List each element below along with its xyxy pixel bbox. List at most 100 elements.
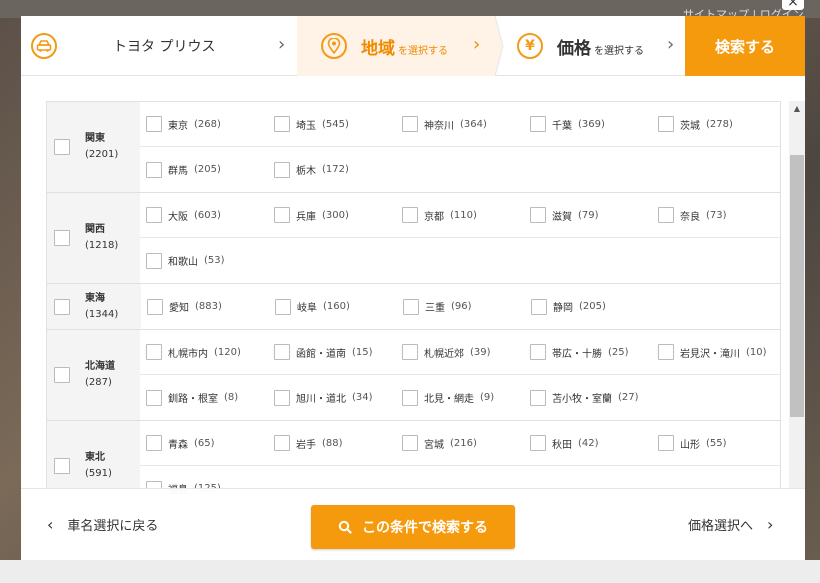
prefecture-checkbox[interactable] (402, 207, 418, 223)
close-icon[interactable]: × (782, 0, 804, 10)
back-to-car-link[interactable]: ‹ 車名選択に戻る (47, 515, 158, 534)
prefecture-option[interactable]: 大阪 (603) (140, 207, 268, 223)
prefecture-option[interactable]: 東京 (268) (140, 116, 268, 132)
prefecture-option[interactable]: 函館・道南 (15) (268, 344, 396, 360)
prefecture-option[interactable]: 栃木 (172) (268, 161, 396, 178)
prefecture-checkbox[interactable] (274, 435, 290, 451)
prefecture-checkbox[interactable] (403, 298, 419, 315)
prefecture-checkbox[interactable] (658, 435, 674, 451)
prefecture-option[interactable]: 茨城 (278) (652, 116, 780, 132)
prefecture-name: 岩手 (296, 439, 316, 451)
prefecture-checkbox[interactable] (275, 298, 291, 315)
prefecture-count: (79) (578, 209, 599, 221)
prefecture-option[interactable]: 北見・網走 (9) (396, 389, 524, 406)
scroll-up-icon[interactable]: ▲ (789, 101, 805, 117)
region-checkbox[interactable] (54, 230, 70, 246)
prefecture-checkbox[interactable] (146, 344, 162, 360)
prefecture-option[interactable]: 奈良 (73) (652, 207, 780, 223)
region-name: 関東 (85, 133, 105, 144)
prefecture-option[interactable]: 宮城 (216) (396, 435, 524, 451)
step-price[interactable]: ¥ 価格 を選択する › (495, 16, 685, 76)
prefecture-checkbox[interactable] (274, 389, 290, 406)
prefecture-checkbox[interactable] (658, 207, 674, 223)
prefecture-option[interactable]: 苫小牧・室蘭 (27) (524, 389, 652, 406)
region-checkbox[interactable] (54, 298, 70, 315)
step-price-title: 価格 (557, 38, 591, 59)
prefecture-option[interactable]: 札幌市内 (120) (140, 344, 268, 360)
region-header[interactable]: 関東 (2201) (47, 102, 140, 192)
prefecture-checkbox[interactable] (530, 389, 546, 406)
prefecture-checkbox[interactable] (658, 116, 674, 132)
prefecture-checkbox[interactable] (274, 344, 290, 360)
prefecture-option[interactable]: 釧路・根室 (8) (140, 389, 268, 406)
prefecture-option[interactable]: 岩見沢・滝川 (10) (652, 344, 780, 360)
region-row: 北海道 (287) 札幌市内 (120) 函館・道南 (15) 札幌近郊 (39) 帯広・十勝 (… (47, 330, 780, 421)
step-area-label: 地域 を選択する (361, 34, 448, 59)
scroll-thumb[interactable] (790, 155, 804, 417)
prefecture-checkbox[interactable] (402, 435, 418, 451)
prefecture-checkbox[interactable] (530, 344, 546, 360)
chevron-right-icon: › (278, 34, 286, 55)
prefecture-count: (268) (194, 118, 221, 130)
step-car[interactable]: トヨタ プリウス › (21, 16, 297, 76)
region-header[interactable]: 東海 (1344) (47, 284, 141, 329)
region-header[interactable]: 北海道 (287) (47, 330, 140, 420)
chevron-left-icon: ‹ (47, 515, 54, 534)
prefecture-option[interactable]: 山形 (55) (652, 435, 780, 451)
prefecture-count: (205) (579, 301, 606, 312)
prefecture-count: (545) (322, 118, 349, 130)
prefecture-option[interactable]: 愛知 (883) (141, 298, 269, 315)
prefecture-checkbox[interactable] (402, 344, 418, 360)
prefecture-checkbox[interactable] (531, 298, 547, 315)
prefecture-checkbox[interactable] (146, 252, 162, 269)
prefecture-checkbox[interactable] (146, 116, 162, 132)
prefecture-checkbox[interactable] (146, 161, 162, 178)
prefecture-option[interactable]: 岩手 (88) (268, 435, 396, 451)
prefecture-checkbox[interactable] (146, 389, 162, 406)
prefecture-option[interactable]: 旭川・道北 (34) (268, 389, 396, 406)
step-search-button[interactable]: 検索する (685, 16, 805, 76)
prefecture-option[interactable]: 岐阜 (160) (269, 298, 397, 315)
prefecture-checkbox[interactable] (530, 116, 546, 132)
prefecture-option[interactable]: 帯広・十勝 (25) (524, 344, 652, 360)
step-area-sub: を選択する (398, 45, 448, 57)
prefecture-option[interactable]: 兵庫 (300) (268, 207, 396, 223)
region-checkbox[interactable] (54, 367, 70, 383)
prefecture-checkbox[interactable] (402, 116, 418, 132)
prefecture-option[interactable]: 札幌近郊 (39) (396, 344, 524, 360)
prefecture-option[interactable]: 群馬 (205) (140, 161, 268, 178)
prefecture-checkbox[interactable] (147, 298, 163, 315)
prefecture-option[interactable]: 京都 (110) (396, 207, 524, 223)
prefecture-row: 札幌市内 (120) 函館・道南 (15) 札幌近郊 (39) 帯広・十勝 (25) 岩見沢・滝… (140, 330, 780, 375)
prefecture-option[interactable]: 神奈川 (364) (396, 116, 524, 132)
prefecture-checkbox[interactable] (658, 344, 674, 360)
prefecture-name: 茨城 (680, 120, 700, 132)
prefecture-option[interactable]: 三重 (96) (397, 298, 525, 315)
region-header[interactable]: 関西 (1218) (47, 193, 140, 283)
step-area[interactable]: 地域 を選択する › (297, 16, 495, 76)
prefecture-option[interactable]: 滋賀 (79) (524, 207, 652, 223)
prefecture-option[interactable]: 青森 (65) (140, 435, 268, 451)
prefecture-option[interactable]: 秋田 (42) (524, 435, 652, 451)
prefecture-checkbox[interactable] (274, 207, 290, 223)
prefecture-checkbox[interactable] (274, 161, 290, 178)
prefecture-option[interactable]: 和歌山 (53) (140, 252, 268, 269)
region-checkbox[interactable] (54, 458, 70, 474)
region-checkbox[interactable] (54, 139, 70, 155)
prefecture-checkbox[interactable] (402, 389, 418, 406)
step-price-sub: を選択する (594, 45, 644, 57)
prefecture-checkbox[interactable] (530, 435, 546, 451)
prefecture-checkbox[interactable] (146, 207, 162, 223)
prefecture-checkbox[interactable] (530, 207, 546, 223)
prefecture-checkbox[interactable] (146, 435, 162, 451)
prefecture-checkbox[interactable] (274, 116, 290, 132)
search-with-conditions-button[interactable]: この条件で検索する (311, 505, 515, 549)
prefecture-option[interactable]: 埼玉 (545) (268, 116, 396, 132)
prefecture-option[interactable]: 静岡 (205) (525, 298, 653, 315)
prefecture-row: 釧路・根室 (8) 旭川・道北 (34) 北見・網走 (9) 苫小牧・室蘭 (27) (140, 375, 780, 420)
scrollbar[interactable]: ▲ (789, 101, 805, 501)
prefecture-option[interactable]: 千葉 (369) (524, 116, 652, 132)
prefecture-name: 埼玉 (296, 120, 316, 132)
to-price-link[interactable]: 価格選択へ › (688, 515, 773, 534)
car-icon (31, 33, 57, 59)
